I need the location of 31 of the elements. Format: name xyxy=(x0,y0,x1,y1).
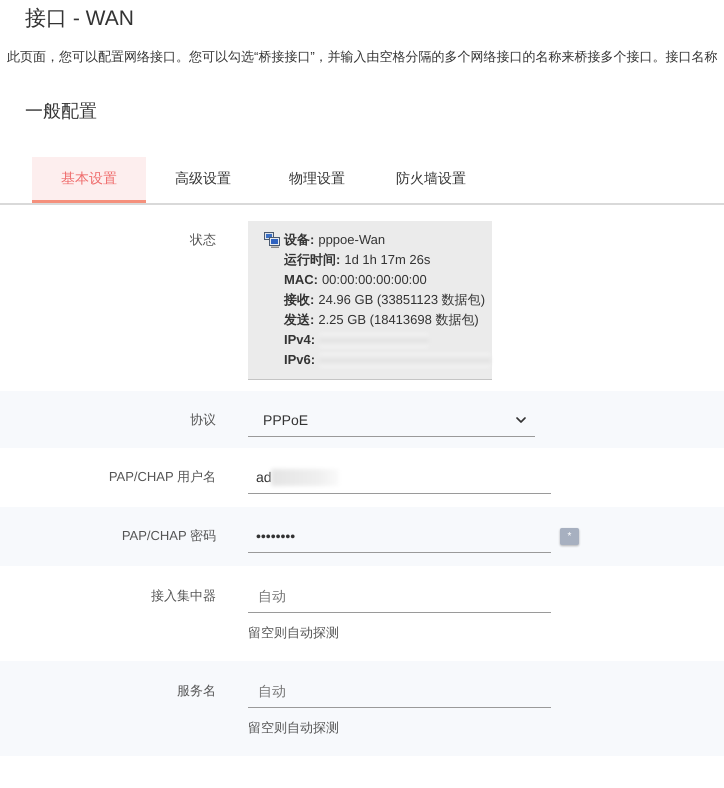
field-label: PAP/CHAP 密码 xyxy=(122,527,216,545)
field-label: 接入集中器 xyxy=(151,587,216,605)
field-label: PAP/CHAP 用户名 xyxy=(108,468,216,486)
help-text: 留空则自动探测 xyxy=(248,624,339,642)
input-field[interactable]: 自动 xyxy=(248,579,551,613)
status-value: 24.96 GB (33851123 数据包) xyxy=(318,291,486,309)
status-label: 运行时间: xyxy=(284,251,340,269)
status-value: 1d 1h 17m 26s xyxy=(344,251,430,269)
status-label: MAC: xyxy=(284,271,318,289)
tab[interactable]: 防火墙设置 xyxy=(374,157,488,203)
tab[interactable]: 高级设置 xyxy=(146,157,260,203)
status-value: pppoe-Wan xyxy=(318,231,386,249)
page-title: 接口 - WAN xyxy=(24,6,135,32)
section-title: 一般配置 xyxy=(25,100,97,123)
status-label: IPv4: xyxy=(284,331,316,349)
tab[interactable]: 物理设置 xyxy=(260,157,374,203)
page-description: 此页面，您可以配置网络接口。您可以勾选“桥接接口”，并输入由空格分隔的多个网络接口的名称来桥接多个接口。接口名称 xyxy=(7,48,718,66)
help-text: 留空则自动探测 xyxy=(248,719,339,737)
field-label: 协议 xyxy=(190,411,216,429)
status-label: 发送: xyxy=(284,311,314,329)
status-label: 设备: xyxy=(284,231,314,249)
field-label: 状态 xyxy=(190,231,216,249)
status-label: IPv6: xyxy=(284,351,316,369)
password-field[interactable]: •••••••• xyxy=(248,519,551,553)
status-value: 00:00:00:00:00:00 xyxy=(322,271,427,289)
field-label: 服务名 xyxy=(177,682,216,700)
input-field[interactable]: 自动 xyxy=(248,674,551,708)
computers-icon xyxy=(264,232,280,248)
status-value: 2.25 GB (18413698 数据包) xyxy=(318,311,479,329)
status-label: 接收: xyxy=(284,291,314,309)
protocol-select[interactable]: PPPoE xyxy=(248,403,535,437)
